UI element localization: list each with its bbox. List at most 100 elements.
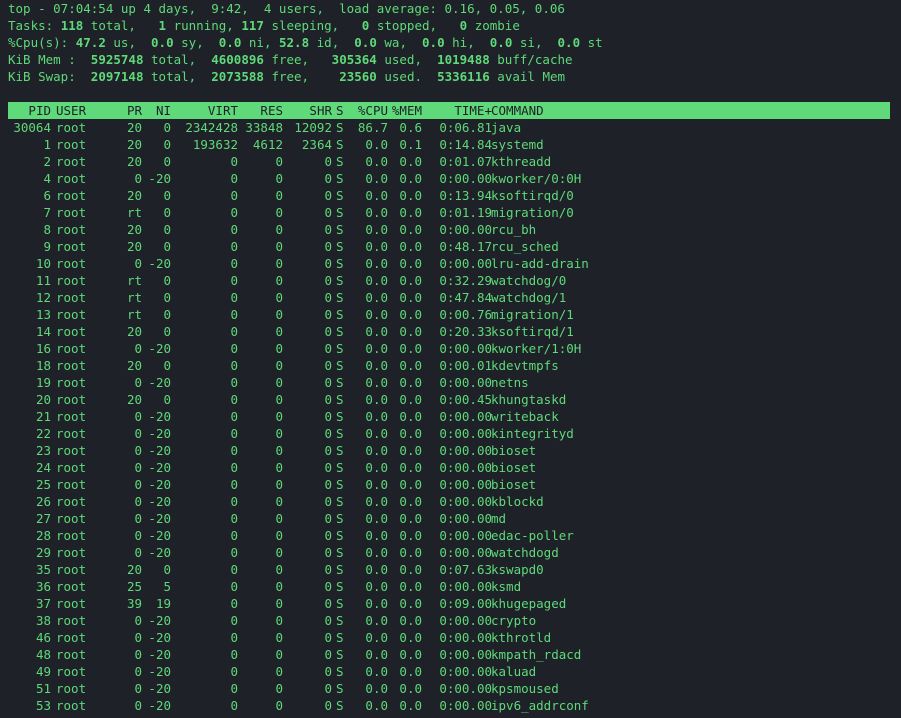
- table-row[interactable]: 30064 root 20 0 2342428 33848 12092 S 86.7 0.6 0:0…: [8, 119, 890, 136]
- table-row[interactable]: 10 root 0 -20 0 0 0 S 0.0 0.0 0:00.00 lru-add-drain: [8, 255, 890, 272]
- table-row[interactable]: 8 root 20 0 0 0 0 S 0.0 0.0 0:00.00 rcu_bh: [8, 221, 890, 238]
- cell-res: 0: [275, 647, 283, 662]
- cell-ni: 0: [163, 205, 171, 220]
- cell-command: crypto: [491, 613, 537, 628]
- cell-virt: 0: [230, 290, 238, 305]
- table-row[interactable]: 13 root rt 0 0 0 0 S 0.0 0.0 0:00.76 migration/1: [8, 306, 890, 323]
- table-row[interactable]: 29 root 0 -20 0 0 0 S 0.0 0.0 0:00.00 watchdogd: [8, 544, 890, 561]
- table-row[interactable]: 18 root 20 0 0 0 0 S 0.0 0.0 0:00.01 kdevtmpfs: [8, 357, 890, 374]
- table-row[interactable]: 25 root 0 -20 0 0 0 S 0.0 0.0 0:00.00 bioset: [8, 476, 890, 493]
- cell-ni: -20: [148, 341, 171, 356]
- cell-res: 0: [275, 409, 283, 424]
- cell-virt: 0: [230, 596, 238, 611]
- cell-shr: 0: [324, 630, 332, 645]
- table-row[interactable]: 14 root 20 0 0 0 0 S 0.0 0.0 0:20.33 ksoftirqd/1: [8, 323, 890, 340]
- cpu-id: 52.8: [279, 35, 310, 50]
- table-row[interactable]: 48 root 0 -20 0 0 0 S 0.0 0.0 0:00.00 kmpath_rdacd: [8, 646, 890, 663]
- mem-used: 305364: [331, 52, 377, 67]
- table-row[interactable]: 53 root 0 -20 0 0 0 S 0.0 0.0 0:00.00 ipv6_addrconf: [8, 697, 890, 714]
- table-row[interactable]: 37 root 39 19 0 0 0 S 0.0 0.0 0:09.00 khugepaged: [8, 595, 890, 612]
- cell-mem: 0.0: [399, 545, 422, 560]
- table-row[interactable]: 11 root rt 0 0 0 0 S 0.0 0.0 0:32.29 watchdog/0: [8, 272, 890, 289]
- table-row[interactable]: 38 root 0 -20 0 0 0 S 0.0 0.0 0:00.00 crypto: [8, 612, 890, 629]
- column-header-cpu: %CPU: [357, 103, 388, 118]
- cell-cpu: 0.0: [365, 341, 388, 356]
- cell-pr: rt: [126, 290, 142, 305]
- cell-pid: 12: [35, 290, 51, 305]
- table-row[interactable]: 36 root 25 5 0 0 0 S 0.0 0.0 0:00.00 ksmd: [8, 578, 890, 595]
- mem-free: 4600896: [211, 52, 264, 67]
- terminal-window[interactable]: top - 07:04:54 up 4 days, 9:42, 4 users,…: [0, 0, 901, 718]
- cell-cpu: 0.0: [365, 664, 388, 679]
- cpu-st-label: st: [587, 35, 603, 50]
- cpu-label: %Cpu(s):: [8, 35, 69, 50]
- cell-pid: 28: [35, 528, 51, 543]
- table-row[interactable]: 2 root 20 0 0 0 0 S 0.0 0.0 0:01.07 kthreadd: [8, 153, 890, 170]
- cell-user: root: [56, 290, 87, 305]
- table-row[interactable]: 6 root 20 0 0 0 0 S 0.0 0.0 0:13.94 ksoftirqd/0: [8, 187, 890, 204]
- cell-s: S: [336, 375, 344, 390]
- cell-pr: 0: [134, 171, 142, 186]
- table-row[interactable]: 4 root 0 -20 0 0 0 S 0.0 0.0 0:00.00 kworker/0:0H: [8, 170, 890, 187]
- cell-mem: 0.0: [399, 613, 422, 628]
- mem-buff-label: buff/cache: [497, 52, 573, 67]
- table-row[interactable]: 20 root 20 0 0 0 0 S 0.0 0.0 0:00.45 khungtaskd: [8, 391, 890, 408]
- column-header-pid: PID: [28, 103, 51, 118]
- swap-free: 2073588: [211, 69, 264, 84]
- cell-shr: 0: [324, 205, 332, 220]
- table-row[interactable]: 16 root 0 -20 0 0 0 S 0.0 0.0 0:00.00 kworker/1:0H: [8, 340, 890, 357]
- table-row[interactable]: 26 root 0 -20 0 0 0 S 0.0 0.0 0:00.00 kblockd: [8, 493, 890, 510]
- cell-cpu: 0.0: [365, 358, 388, 373]
- cell-pid: 21: [35, 409, 51, 424]
- cell-cpu: 0.0: [365, 681, 388, 696]
- cell-shr: 0: [324, 477, 332, 492]
- cell-time: 0:00.76: [439, 307, 492, 322]
- table-row[interactable]: 1 root 20 0 193632 4612 2364 S 0.0 0.1 0:14.84 syst…: [8, 136, 890, 153]
- cell-cpu: 0.0: [365, 375, 388, 390]
- table-row[interactable]: 19 root 0 -20 0 0 0 S 0.0 0.0 0:00.00 netns: [8, 374, 890, 391]
- table-row[interactable]: 7 root rt 0 0 0 0 S 0.0 0.0 0:01.19 migration/0: [8, 204, 890, 221]
- table-row[interactable]: 21 root 0 -20 0 0 0 S 0.0 0.0 0:00.00 writeback: [8, 408, 890, 425]
- cell-pr: 0: [134, 460, 142, 475]
- cell-pr: 0: [134, 681, 142, 696]
- table-row[interactable]: 27 root 0 -20 0 0 0 S 0.0 0.0 0:00.00 md: [8, 510, 890, 527]
- cell-command: rcu_bh: [491, 222, 537, 237]
- cell-shr: 0: [324, 579, 332, 594]
- table-row[interactable]: 23 root 0 -20 0 0 0 S 0.0 0.0 0:00.00 bioset: [8, 442, 890, 459]
- cell-time: 0:00.00: [439, 545, 492, 560]
- cell-mem: 0.0: [399, 188, 422, 203]
- cell-pid: 25: [35, 477, 51, 492]
- cell-pid: 7: [43, 205, 51, 220]
- table-row[interactable]: 9 root 20 0 0 0 0 S 0.0 0.0 0:48.17 rcu_sched: [8, 238, 890, 255]
- cell-pr: 0: [134, 647, 142, 662]
- cell-cpu: 0.0: [365, 205, 388, 220]
- cell-pid: 14: [35, 324, 51, 339]
- table-row[interactable]: 22 root 0 -20 0 0 0 S 0.0 0.0 0:00.00 kintegrityd: [8, 425, 890, 442]
- cell-s: S: [336, 188, 344, 203]
- cell-shr: 0: [324, 341, 332, 356]
- cell-time: 0:06.81: [439, 120, 492, 135]
- swap-line: KiB Swap: 2097148 total, 2073588 free, 2…: [8, 68, 565, 85]
- table-row[interactable]: 28 root 0 -20 0 0 0 S 0.0 0.0 0:00.00 edac-poller: [8, 527, 890, 544]
- cell-res: 0: [275, 290, 283, 305]
- table-row[interactable]: 51 root 0 -20 0 0 0 S 0.0 0.0 0:00.00 kpsmoused: [8, 680, 890, 697]
- cell-cpu: 0.0: [365, 511, 388, 526]
- cell-pr: 0: [134, 613, 142, 628]
- cell-pr: rt: [126, 205, 142, 220]
- cell-shr: 0: [324, 307, 332, 322]
- cell-command: kthrotld: [491, 630, 552, 645]
- cell-time: 0:00.00: [439, 256, 492, 271]
- table-row[interactable]: 12 root rt 0 0 0 0 S 0.0 0.0 0:47.84 watchdog/1: [8, 289, 890, 306]
- cell-virt: 0: [230, 443, 238, 458]
- column-header-res: RES: [260, 103, 283, 118]
- cell-shr: 0: [324, 664, 332, 679]
- cell-res: 0: [275, 630, 283, 645]
- table-row[interactable]: 46 root 0 -20 0 0 0 S 0.0 0.0 0:00.00 kthrotld: [8, 629, 890, 646]
- cell-ni: -20: [148, 545, 171, 560]
- table-row[interactable]: 49 root 0 -20 0 0 0 S 0.0 0.0 0:00.00 kaluad: [8, 663, 890, 680]
- table-row[interactable]: 24 root 0 -20 0 0 0 S 0.0 0.0 0:00.00 bioset: [8, 459, 890, 476]
- table-row[interactable]: 35 root 20 0 0 0 0 S 0.0 0.0 0:07.63 kswapd0: [8, 561, 890, 578]
- cell-ni: 0: [163, 290, 171, 305]
- cell-command: ipv6_addrconf: [491, 698, 589, 713]
- cell-s: S: [336, 511, 344, 526]
